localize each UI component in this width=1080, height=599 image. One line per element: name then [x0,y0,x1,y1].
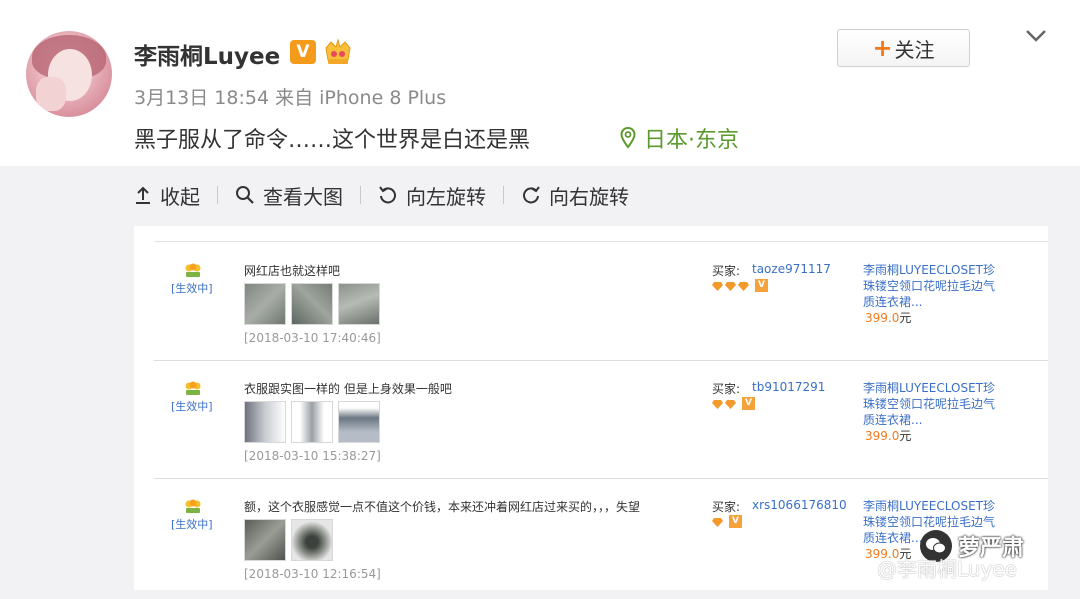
location-pin-icon [620,127,636,149]
review-photo [338,401,380,443]
review-date: [2018-03-10 17:40:46] [244,331,381,345]
vip-icon: V [729,515,742,528]
toolbar-divider [217,186,218,204]
review-status: [生效中] [171,282,213,295]
diamond-icon [712,281,723,291]
review-comment: 衣服跟实图一样的 但是上身效果一般吧 [244,382,452,396]
row-divider [154,241,1048,242]
diamond-icon [712,399,723,409]
review-photo [291,283,333,325]
review-comment: 额，这个衣服感觉一点不值这个价钱，本来还冲着网红店过来买的，，，失望 [244,500,641,514]
review-photo [244,283,286,325]
post-text: 黑子服从了命令……这个世界是白还是黑 [134,128,531,153]
vip-icon: V [742,397,755,410]
product-price: 399.0元 [865,429,912,443]
diamond-icon [712,517,723,527]
buyer-level: V [712,279,768,292]
chevron-down-icon[interactable] [1024,28,1048,44]
review-thumbnails [244,401,380,443]
rotate-left-button[interactable]: 向左旋转 [378,181,486,210]
user-name[interactable]: 李雨桐Luyee [134,37,280,71]
plus-icon: + [872,34,893,62]
flower-icon [185,499,201,513]
rotate-left-icon [379,186,396,204]
collapse-label: 收起 [160,184,200,209]
review-status: [生效中] [171,518,213,531]
location-label: 日本·东京 [644,128,739,153]
buyer-level: V [712,397,755,410]
buyer-name: taoze971117 [752,262,831,276]
verified-badge-icon[interactable]: V [290,40,316,64]
review-comment: 网红店也就这样吧 [244,264,341,278]
review-photo [244,401,286,443]
buyer-level: V [712,515,742,528]
post-image[interactable]: [生效中] 网红店也就这样吧 [2018-03-10 17:40:46] 买家:… [134,226,1048,590]
collapse-button[interactable]: 收起 [134,181,200,210]
diamond-icon [725,281,736,291]
review-date: [2018-03-10 12:16:54] [244,567,381,581]
rotate-right-button[interactable]: 向右旋转 [521,181,629,210]
review-status: [生效中] [171,400,213,413]
avatar[interactable] [26,31,112,117]
view-large-label: 查看大图 [263,184,343,209]
diamond-icon [725,399,736,409]
review-photo [244,519,286,561]
review-row: [生效中] 网红店也就这样吧 [2018-03-10 17:40:46] 买家:… [134,243,1048,361]
toolbar-divider [360,186,361,204]
flower-icon [185,381,201,395]
search-icon [236,186,254,204]
review-photo [291,401,333,443]
review-thumbnails [244,283,380,325]
post-meta: 3月13日 18:54 来自 iPhone 8 Plus [134,87,447,109]
product-link: 李雨桐LUYEECLOSET珍珠镂空领口花呢拉毛边气质连衣裙... [863,263,996,309]
image-toolbar: 收起 查看大图 向左旋转 向右旋转 [134,178,629,212]
product-price: 399.0元 [865,311,912,325]
buyer-label: 买家: [712,382,741,396]
buyer-name: tb91017291 [752,380,826,394]
rotate-right-label: 向右旋转 [549,184,629,209]
review-thumbnails [244,519,333,561]
product-link: 李雨桐LUYEECLOSET珍珠镂空领口花呢拉毛边气质连衣裙... [863,381,996,427]
diamond-icon [738,281,749,291]
collapse-up-icon [136,186,150,204]
view-large-image-button[interactable]: 查看大图 [235,181,343,210]
buyer-label: 买家: [712,264,741,278]
review-row: [生效中] 衣服跟实图一样的 但是上身效果一般吧 [2018-03-10 15:… [134,361,1048,479]
rotate-left-label: 向左旋转 [406,184,486,209]
follow-button[interactable]: + 关注 [837,29,970,67]
avatar-hand [36,77,66,111]
weibo-watermark: @李雨桐Luyee [877,557,1017,581]
vip-crown-icon[interactable] [322,38,354,66]
buyer-name: xrs1066176810 [752,498,847,512]
vip-icon: V [755,279,768,292]
flower-icon [185,263,201,277]
review-photo [291,519,333,561]
toolbar-divider [503,186,504,204]
review-photo [338,283,380,325]
review-date: [2018-03-10 15:38:27] [244,449,381,463]
follow-label: 关注 [894,37,935,62]
buyer-label: 买家: [712,500,741,514]
location-link[interactable]: 日本·东京 [620,122,739,154]
rotate-right-icon [523,186,540,204]
